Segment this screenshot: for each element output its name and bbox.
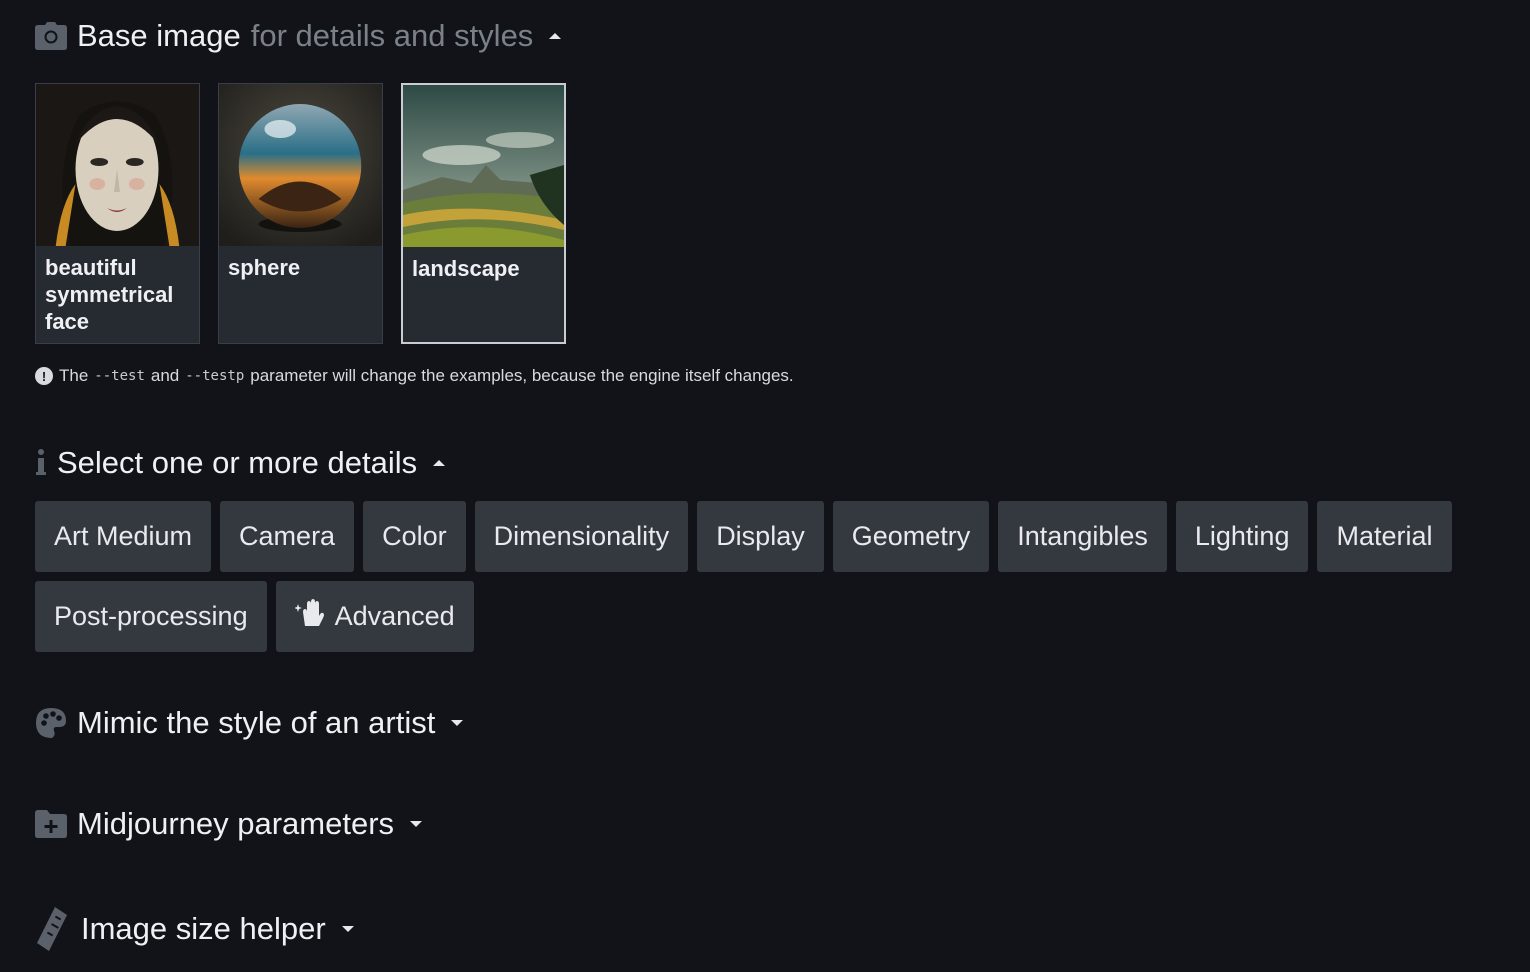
size-header[interactable]: Image size helper [35, 907, 354, 951]
card-sphere-label: sphere [228, 255, 301, 280]
card-landscape-label: landscape [412, 256, 520, 281]
detail-chips: Art Medium Camera Color Dimensionality D… [35, 501, 1505, 652]
card-landscape[interactable]: landscape [401, 83, 566, 344]
caret-down-icon [410, 821, 423, 827]
note-mid: and [150, 366, 180, 385]
card-face[interactable]: beautiful symmetrical face [35, 83, 200, 344]
chip-label: Intangibles [1017, 521, 1148, 551]
chip-lighting[interactable]: Lighting [1175, 501, 1309, 572]
chip-geometry[interactable]: Geometry [832, 501, 990, 572]
landscape-thumbnail [403, 85, 564, 247]
chip-label: Dimensionality [493, 521, 670, 551]
base-image-header[interactable]: Base image for details and styles [35, 18, 562, 54]
chip-label: Post-processing [54, 601, 248, 631]
chip-label: Material [1336, 521, 1433, 551]
size-title: Image size helper [81, 911, 326, 946]
caret-up-icon [549, 33, 562, 39]
chip-advanced[interactable]: Advanced [275, 581, 474, 652]
base-image-cards: beautiful symmetrical face sphere landsc… [35, 83, 566, 344]
card-face-label: beautiful symmetrical face [45, 255, 174, 334]
chip-label: Camera [239, 521, 336, 551]
note-code-test: --test [94, 368, 145, 384]
page: Base image for details and styles beauti… [0, 0, 1530, 972]
chip-label: Advanced [334, 601, 455, 631]
ruler-icon [35, 907, 71, 951]
artist-title: Mimic the style of an artist [77, 705, 436, 740]
chip-label: Geometry [851, 521, 971, 551]
caret-down-icon [341, 926, 354, 932]
chip-label: Color [382, 521, 447, 551]
base-image-subtitle: for details and styles [250, 18, 534, 53]
sphere-thumbnail [219, 84, 382, 246]
details-title: Select one or more details [57, 445, 418, 480]
note-code-testp: --testp [185, 368, 245, 384]
chip-color[interactable]: Color [363, 501, 466, 572]
caret-down-icon [451, 720, 464, 726]
chip-label: Art Medium [54, 521, 193, 551]
palette-icon [35, 707, 67, 739]
engine-note: ! The --test and --testp parameter will … [35, 366, 794, 386]
sparkle-hand-icon [293, 598, 327, 635]
chip-intangibles[interactable]: Intangibles [998, 501, 1167, 572]
note-post: parameter will change the examples, beca… [250, 366, 794, 385]
chip-art-medium[interactable]: Art Medium [35, 501, 212, 572]
exclamation-icon: ! [35, 367, 53, 385]
params-title: Midjourney parameters [77, 806, 395, 841]
base-image-title: Base image [77, 18, 241, 53]
params-header[interactable]: Midjourney parameters [35, 806, 423, 842]
details-header[interactable]: Select one or more details [35, 445, 446, 481]
card-sphere[interactable]: sphere [218, 83, 383, 344]
chip-material[interactable]: Material [1317, 501, 1452, 572]
chip-camera[interactable]: Camera [220, 501, 355, 572]
chip-label: Display [716, 521, 805, 551]
folder-plus-icon [35, 810, 67, 838]
chip-post-processing[interactable]: Post-processing [35, 581, 267, 652]
artist-header[interactable]: Mimic the style of an artist [35, 705, 464, 741]
note-pre: The [59, 366, 89, 385]
chip-label: Lighting [1194, 521, 1290, 551]
camera-icon [35, 22, 67, 50]
info-icon [35, 448, 47, 478]
chip-display[interactable]: Display [697, 501, 824, 572]
face-thumbnail [36, 84, 199, 246]
chip-dimensionality[interactable]: Dimensionality [474, 501, 689, 572]
caret-up-icon [433, 460, 446, 466]
